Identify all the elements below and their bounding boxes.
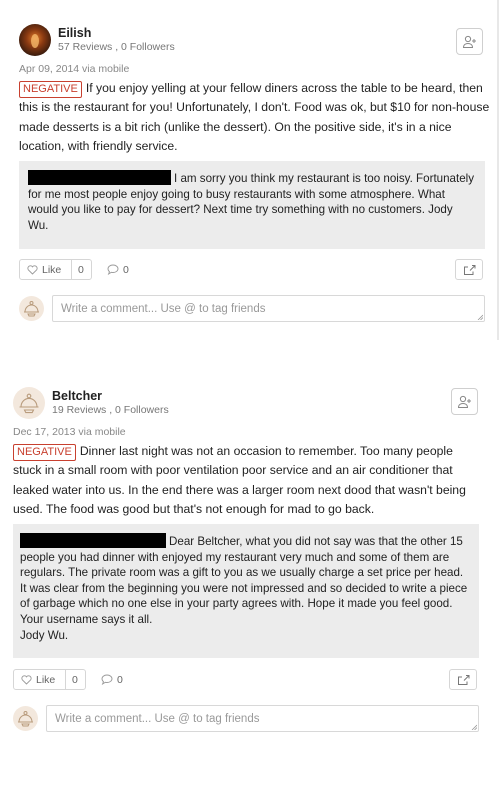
share-button[interactable] — [455, 259, 483, 280]
user-avatar[interactable] — [13, 387, 45, 419]
owner-reply: Dear Beltcher, what you did not say was … — [13, 524, 479, 658]
card-edge — [497, 0, 499, 340]
share-button[interactable] — [449, 669, 477, 690]
reply-line: It was clear from the beginning you were… — [20, 581, 468, 595]
redacted-name — [20, 533, 166, 548]
add-user-icon — [462, 35, 476, 48]
review-date: Dec 17, 2013 via mobile — [13, 426, 126, 438]
resize-grip-icon[interactable] — [477, 314, 483, 320]
reply-line: people you had dinner with enjoyed my re… — [20, 550, 450, 564]
owner-reply: I am sorry you think my restaurant is to… — [19, 161, 485, 249]
review-card: Beltcher 19 Reviews , 0 Followers Dec 17… — [0, 366, 500, 746]
user-stats: 19 Reviews , 0 Followers — [52, 404, 169, 416]
like-label: Like — [36, 673, 56, 686]
sentiment-badge: NEGATIVE — [13, 444, 76, 461]
like-label: Like — [42, 263, 62, 276]
like-count: 0 — [72, 673, 78, 686]
default-avatar-icon — [24, 301, 39, 317]
commenter-avatar — [13, 706, 38, 731]
default-avatar-icon — [19, 393, 39, 414]
like-button[interactable]: Like 0 — [13, 669, 86, 690]
share-icon — [457, 674, 469, 685]
user-stats: 57 Reviews , 0 Followers — [58, 41, 175, 53]
comment-input[interactable] — [52, 295, 485, 322]
user-name[interactable]: Beltcher — [52, 389, 102, 403]
add-user-icon — [457, 395, 471, 408]
reply-line: of garbage which no one else in your par… — [20, 597, 453, 611]
review-date: Apr 09, 2014 via mobile — [19, 63, 130, 75]
user-name[interactable]: Eilish — [58, 26, 91, 40]
review-text-block: NEGATIVE Dinner last night was not an occ… — [13, 442, 483, 520]
share-icon — [463, 264, 475, 275]
comment-count: 0 — [123, 263, 129, 276]
review-text-block: NEGATIVE If you enjoy yelling at your fel… — [19, 79, 491, 157]
user-avatar[interactable] — [19, 24, 51, 56]
heart-outline-icon — [27, 264, 38, 275]
comment-count: 0 — [117, 673, 123, 686]
review-card: Eilish 57 Reviews , 0 Followers Apr 09, … — [0, 0, 500, 340]
sentiment-badge: NEGATIVE — [19, 81, 82, 98]
resize-grip-icon[interactable] — [471, 724, 477, 730]
review-text: Dinner last night was not an occasion to… — [13, 444, 466, 517]
like-button[interactable]: Like 0 — [19, 259, 92, 280]
follow-button[interactable] — [451, 388, 478, 415]
comment-button[interactable]: 0 — [94, 669, 130, 690]
follow-button[interactable] — [456, 28, 483, 55]
review-text: If you enjoy yelling at your fellow dine… — [19, 81, 490, 154]
commenter-avatar — [19, 296, 44, 321]
reply-line: regulars. The private room was a gift to… — [20, 566, 464, 580]
comment-input[interactable] — [46, 705, 479, 732]
reply-line: Dear Beltcher, what you did not say was … — [169, 535, 463, 548]
speech-bubble-icon — [107, 264, 119, 275]
redacted-name — [28, 170, 171, 185]
speech-bubble-icon — [101, 674, 113, 685]
default-avatar-icon — [18, 711, 33, 727]
heart-outline-icon — [21, 674, 32, 685]
reply-line: Your username says it all. — [20, 612, 153, 626]
reply-line: Jody Wu. — [20, 628, 69, 642]
comment-button[interactable]: 0 — [100, 259, 136, 280]
like-count: 0 — [78, 263, 84, 276]
